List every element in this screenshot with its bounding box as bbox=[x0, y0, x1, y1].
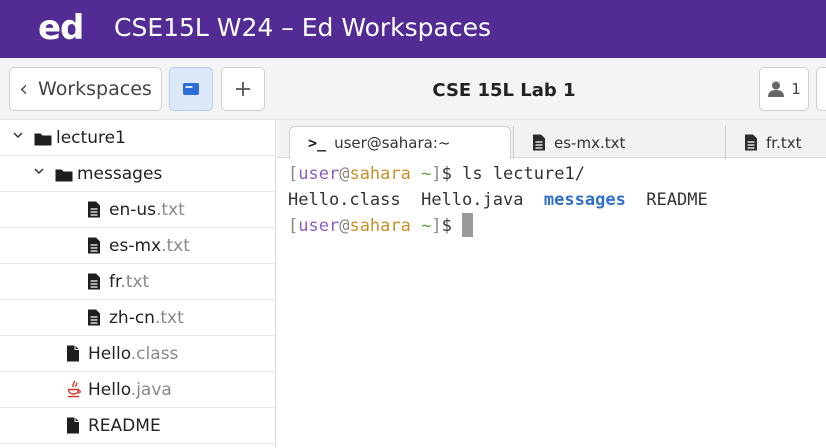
terminal-prompt-icon: >_ bbox=[308, 134, 327, 152]
user-count: 1 bbox=[791, 80, 801, 98]
tree-file-row[interactable]: es-mx.txt bbox=[0, 228, 275, 264]
file-icon bbox=[66, 345, 80, 367]
terminal-command: ls lecture1/ bbox=[462, 164, 585, 184]
folder-icon bbox=[55, 167, 73, 187]
workspace-toolbar: ‹ Workspaces CSE 15L Lab 1 1 bbox=[0, 58, 826, 120]
directory-entry: messages bbox=[543, 189, 626, 210]
tab-label: fr.txt bbox=[766, 133, 802, 152]
chevron-down-icon[interactable] bbox=[12, 129, 24, 145]
terminal-line: [user@sahara ~]$ bbox=[288, 213, 826, 239]
tab-fr[interactable]: fr.txt bbox=[725, 126, 826, 159]
tab-label: user@sahara:~ bbox=[334, 134, 451, 152]
file-icon bbox=[87, 237, 101, 259]
more-button[interactable] bbox=[816, 67, 826, 111]
tree-item-label: fr.txt bbox=[109, 272, 150, 292]
users-button[interactable]: 1 bbox=[759, 67, 809, 111]
add-button[interactable] bbox=[221, 67, 265, 111]
tab-strip: >_ user@sahara:~ es-mx.txt fr.txt bbox=[277, 120, 826, 159]
tree-file-row[interactable]: zh-cn.txt bbox=[0, 300, 275, 336]
file-icon bbox=[87, 201, 101, 223]
terminal[interactable]: [user@sahara ~]$ ls lecture1/ Hello.clas… bbox=[277, 160, 826, 448]
tree-item-label: README bbox=[88, 416, 161, 436]
tree-item-label: es-mx.txt bbox=[109, 236, 190, 256]
toggle-files-button[interactable] bbox=[169, 67, 213, 111]
lab-title: CSE 15L Lab 1 bbox=[432, 80, 576, 101]
tab-es-mx[interactable]: es-mx.txt bbox=[513, 126, 723, 159]
tab-label: es-mx.txt bbox=[554, 133, 626, 152]
tab-terminal[interactable]: >_ user@sahara:~ bbox=[289, 126, 511, 159]
tree-item-label: lecture1 bbox=[56, 128, 126, 148]
file-icon bbox=[66, 417, 80, 439]
tree-file-row[interactable]: en-us.txt bbox=[0, 192, 275, 228]
file-icon bbox=[87, 273, 101, 295]
tree-item-label: messages bbox=[77, 164, 163, 184]
tree-file-row[interactable]: fr.txt bbox=[0, 264, 275, 300]
terminal-cursor bbox=[462, 213, 474, 237]
tree-file-row[interactable]: README bbox=[0, 408, 275, 444]
terminal-line: Hello.class Hello.java messages README bbox=[288, 189, 708, 210]
file-panel-icon bbox=[183, 83, 199, 95]
tree-item-label: en-us.txt bbox=[109, 200, 185, 220]
tree-item-label: zh-cn.txt bbox=[109, 308, 184, 328]
tree-folder-row[interactable]: messages bbox=[0, 156, 275, 192]
back-button-label: Workspaces bbox=[38, 78, 152, 100]
chevron-down-icon[interactable] bbox=[33, 165, 45, 181]
app-header: ed CSE15L W24 – Ed Workspaces bbox=[0, 0, 826, 58]
file-tree: lecture1 messages en-us.txt es-mx.txt fr.txt… bbox=[0, 120, 276, 448]
file-icon bbox=[532, 134, 546, 151]
user-icon bbox=[768, 81, 785, 97]
file-icon bbox=[744, 134, 758, 151]
back-to-workspaces-button[interactable]: ‹ Workspaces bbox=[9, 67, 162, 111]
tree-item-label: Hello.class bbox=[88, 344, 179, 364]
tree-item-label: Hello.java bbox=[88, 380, 172, 400]
terminal-line: [user@sahara ~]$ ls lecture1/ bbox=[288, 164, 585, 184]
folder-icon bbox=[34, 131, 52, 151]
ed-logo[interactable]: ed bbox=[38, 8, 84, 48]
tree-file-row[interactable]: Hello.class bbox=[0, 336, 275, 372]
file-icon bbox=[87, 309, 101, 331]
app-title: CSE15L W24 – Ed Workspaces bbox=[114, 13, 492, 42]
plus-icon bbox=[236, 82, 250, 96]
java-icon bbox=[66, 380, 82, 404]
editor-area: >_ user@sahara:~ es-mx.txt fr.txt [user@… bbox=[277, 120, 826, 448]
chevron-left-icon: ‹ bbox=[19, 76, 29, 102]
tree-folder-row[interactable]: lecture1 bbox=[0, 120, 275, 156]
tree-file-row[interactable]: Hello.java bbox=[0, 372, 275, 408]
